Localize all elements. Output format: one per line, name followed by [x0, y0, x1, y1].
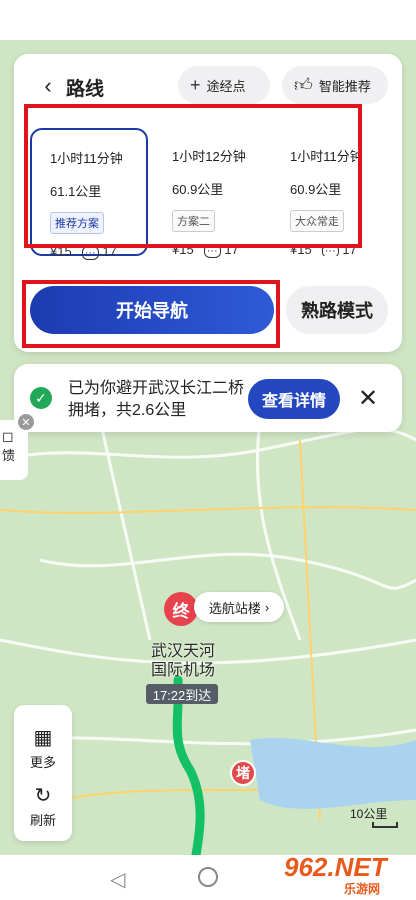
- traffic-jam-marker[interactable]: 堵: [230, 760, 256, 786]
- page-title: 路线: [66, 79, 105, 100]
- refresh-label: 刷新: [29, 813, 56, 828]
- refresh-button[interactable]: ↻ 刷新: [14, 783, 72, 829]
- familiar-mode-button[interactable]: 熟路模式: [286, 286, 388, 334]
- view-details-button[interactable]: 查看详情: [248, 379, 340, 419]
- route-line: [172, 675, 205, 855]
- scale-label: 10公里: [350, 807, 388, 821]
- grid-icon: ▦: [33, 727, 53, 749]
- back-triangle-icon[interactable]: ◁: [110, 867, 125, 892]
- chevron-left-icon: ‹: [44, 73, 52, 98]
- scale-bar: [372, 822, 398, 828]
- chevron-right-icon: ›: [264, 599, 270, 615]
- waypoint-label: 途经点: [206, 78, 246, 94]
- select-terminal-button[interactable]: 选航站楼 ›: [194, 592, 284, 622]
- feedback-icon: ◻: [2, 428, 14, 444]
- more-button[interactable]: ▦ 更多: [14, 725, 72, 771]
- waypoint-button[interactable]: + 途经点: [178, 66, 270, 104]
- check-icon: ✓: [30, 387, 52, 409]
- thumbs-up-icon: 👍︎: [294, 75, 313, 95]
- traffic-notice: ✓ 已为你避开武汉长江二桥拥堵，共2.6公里 查看详情 ✕: [14, 364, 402, 432]
- arrival-time: 17:22到达: [146, 684, 218, 704]
- watermark-sub: 乐游网: [344, 882, 381, 896]
- back-button[interactable]: ‹: [36, 72, 60, 100]
- airport-label: 武汉天河国际机场: [150, 643, 215, 679]
- smart-recommend-button[interactable]: 👍︎ 智能推荐: [282, 66, 388, 104]
- plus-icon: +: [190, 74, 201, 95]
- feedback-label: 馈: [2, 448, 16, 463]
- close-icon[interactable]: ✕: [354, 384, 382, 413]
- destination-marker[interactable]: 终: [164, 592, 198, 626]
- status-bar: [0, 0, 416, 40]
- close-icon[interactable]: ✕: [18, 414, 34, 430]
- smart-recommend-label: 智能推荐: [318, 78, 371, 94]
- more-label: 更多: [29, 755, 56, 770]
- highlight-box-routes: [24, 104, 362, 248]
- refresh-icon: ↻: [34, 785, 52, 807]
- map-tools: ▦ 更多 ↻ 刷新: [14, 705, 72, 841]
- select-terminal-label: 选航站楼: [208, 600, 261, 616]
- watermark-logo: 962.NET: [284, 852, 387, 882]
- highlight-box-navigation: [22, 280, 280, 348]
- traffic-light-icon: ···: [81, 246, 99, 260]
- home-circle-icon[interactable]: [198, 867, 218, 887]
- notice-message: 已为你避开武汉长江二桥拥堵，共2.6公里: [68, 380, 245, 419]
